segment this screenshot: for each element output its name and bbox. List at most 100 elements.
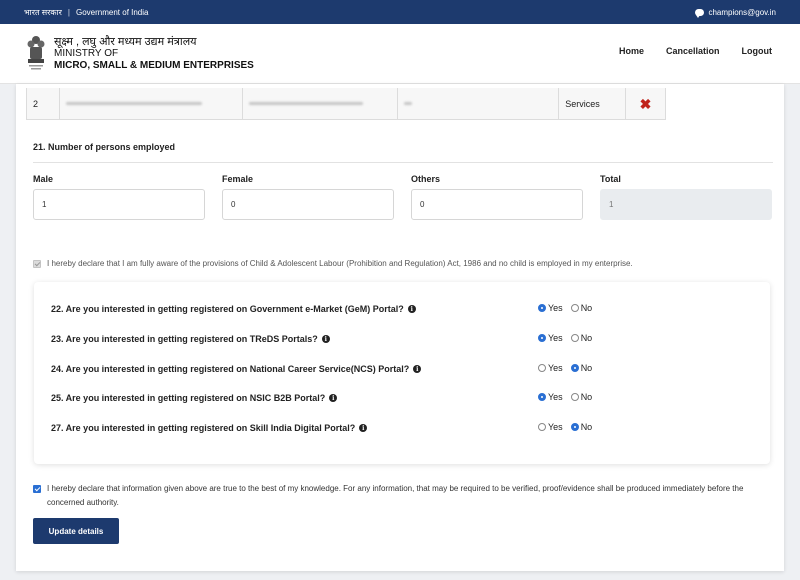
radio-yes[interactable] bbox=[538, 304, 546, 312]
option-label: No bbox=[580, 333, 593, 343]
option-yes[interactable]: Yes bbox=[538, 303, 563, 313]
gov-english-label: Government of India bbox=[76, 7, 149, 17]
radio-no[interactable] bbox=[570, 364, 579, 372]
female-field-group: Female 0 bbox=[222, 174, 394, 220]
delete-row-button[interactable]: ✖ bbox=[626, 88, 665, 119]
national-emblem-logo bbox=[27, 35, 45, 69]
option-no[interactable]: No bbox=[570, 422, 593, 432]
option-label: No bbox=[580, 392, 593, 402]
redacted-cell bbox=[59, 88, 244, 119]
question-4: 25. Are you interested in getting regist… bbox=[51, 393, 338, 403]
update-details-button[interactable]: Update details bbox=[33, 518, 119, 544]
top-bar: भारत सरकार | Government of India champio… bbox=[0, 0, 800, 24]
final-declaration: I hereby declare that information given … bbox=[33, 482, 763, 510]
ministry-line2: MICRO, SMALL & MEDIUM ENTERPRISES bbox=[54, 59, 254, 71]
form-card: 2 Services ✖ 21. Number of persons emplo… bbox=[16, 84, 784, 571]
delete-x-icon[interactable]: ✖ bbox=[640, 97, 652, 111]
question-4-options: Yes No bbox=[538, 392, 592, 402]
child-labour-text: I hereby declare that I am fully aware o… bbox=[47, 259, 633, 268]
question-3-options: Yes No bbox=[538, 363, 592, 373]
redacted-text bbox=[249, 102, 363, 105]
table-row: 2 Services ✖ bbox=[26, 88, 666, 120]
child-labour-declaration: I hereby declare that I am fully aware o… bbox=[33, 259, 773, 268]
redacted-text bbox=[403, 102, 412, 105]
option-label: Yes bbox=[548, 303, 563, 313]
radio-no[interactable] bbox=[570, 334, 579, 342]
redacted-cell bbox=[243, 88, 398, 119]
row-type: Services bbox=[559, 88, 627, 119]
question-3: 24. Are you interested in getting regist… bbox=[51, 364, 422, 374]
redacted-text bbox=[65, 102, 203, 105]
info-icon[interactable]: i bbox=[359, 424, 368, 432]
others-field-group: Others 0 bbox=[411, 174, 583, 220]
option-yes[interactable]: Yes bbox=[538, 392, 563, 402]
radio-yes[interactable] bbox=[538, 423, 546, 431]
radio-no[interactable] bbox=[570, 423, 579, 431]
option-label: Yes bbox=[548, 333, 563, 343]
question-2-options: Yes No bbox=[538, 333, 592, 343]
nav-home[interactable]: Home bbox=[619, 46, 644, 56]
employment-title: 21. Number of persons employed bbox=[33, 142, 176, 152]
radio-no[interactable] bbox=[570, 393, 579, 401]
option-no[interactable]: No bbox=[570, 363, 593, 373]
child-labour-checkbox[interactable] bbox=[33, 259, 41, 268]
male-field-group: Male 1 bbox=[33, 174, 205, 220]
total-field-group: Total 1 bbox=[600, 174, 772, 220]
question-text: 22. Are you interested in getting regist… bbox=[51, 304, 404, 314]
radio-no[interactable] bbox=[570, 304, 579, 312]
radio-yes[interactable] bbox=[538, 393, 546, 401]
female-input[interactable]: 0 bbox=[222, 189, 394, 220]
others-label: Others bbox=[411, 174, 441, 184]
others-input[interactable]: 0 bbox=[411, 189, 583, 220]
option-label: No bbox=[580, 422, 593, 432]
option-no[interactable]: No bbox=[570, 333, 593, 343]
gov-hindi-label: भारत सरकार bbox=[24, 7, 62, 17]
option-label: No bbox=[580, 303, 593, 313]
female-label: Female bbox=[222, 174, 254, 184]
row-sno: 2 bbox=[27, 88, 60, 119]
option-yes[interactable]: Yes bbox=[538, 422, 563, 432]
radio-yes[interactable] bbox=[538, 364, 546, 372]
ministry-title: सूक्ष्म , लघु और मध्यम उद्यम मंत्रालय MI… bbox=[54, 36, 254, 72]
nav-cancellation[interactable]: Cancellation bbox=[666, 46, 720, 56]
total-label: Total bbox=[600, 174, 621, 184]
question-text: 27. Are you interested in getting regist… bbox=[51, 423, 356, 433]
redacted-cell bbox=[397, 88, 560, 119]
site-header: सूक्ष्म , लघु और मध्यम उद्यम मंत्रालय MI… bbox=[0, 24, 800, 84]
question-2: 23. Are you interested in getting regist… bbox=[51, 334, 330, 344]
question-1: 22. Are you interested in getting regist… bbox=[51, 304, 416, 314]
option-yes[interactable]: Yes bbox=[538, 363, 563, 373]
question-1-options: Yes No bbox=[538, 303, 592, 313]
question-5-options: Yes No bbox=[538, 422, 592, 432]
topbar-separator: | bbox=[67, 7, 70, 17]
option-label: Yes bbox=[548, 422, 563, 432]
total-input: 1 bbox=[600, 189, 772, 220]
info-icon[interactable]: i bbox=[407, 305, 416, 313]
info-icon[interactable]: i bbox=[413, 365, 422, 373]
radio-yes[interactable] bbox=[538, 334, 546, 342]
question-text: 24. Are you interested in getting regist… bbox=[51, 364, 410, 374]
info-icon[interactable]: i bbox=[329, 394, 338, 402]
contact-email[interactable]: champions@gov.in bbox=[695, 8, 776, 18]
option-no[interactable]: No bbox=[570, 303, 593, 313]
divider bbox=[33, 162, 773, 163]
question-5: 27. Are you interested in getting regist… bbox=[51, 423, 368, 433]
info-icon[interactable]: i bbox=[321, 335, 330, 343]
main-nav: Home Cancellation Logout bbox=[619, 46, 772, 56]
male-input[interactable]: 1 bbox=[33, 189, 205, 220]
option-yes[interactable]: Yes bbox=[538, 333, 563, 343]
question-text: 23. Are you interested in getting regist… bbox=[51, 334, 318, 344]
option-label: Yes bbox=[548, 363, 563, 373]
question-text: 25. Are you interested in getting regist… bbox=[51, 393, 326, 403]
option-label: Yes bbox=[548, 392, 563, 402]
contact-email-text[interactable]: champions@gov.in bbox=[708, 8, 776, 17]
chat-icon bbox=[695, 8, 705, 18]
option-no[interactable]: No bbox=[570, 392, 593, 402]
option-label: No bbox=[580, 363, 593, 373]
final-declaration-checkbox[interactable] bbox=[33, 485, 41, 493]
male-label: Male bbox=[33, 174, 54, 184]
ministry-line1: MINISTRY OF bbox=[54, 48, 119, 60]
ministry-hindi: सूक्ष्म , लघु और मध्यम उद्यम मंत्रालय bbox=[54, 35, 197, 48]
final-declaration-text: I hereby declare that information given … bbox=[47, 484, 744, 507]
nav-logout[interactable]: Logout bbox=[742, 46, 773, 56]
